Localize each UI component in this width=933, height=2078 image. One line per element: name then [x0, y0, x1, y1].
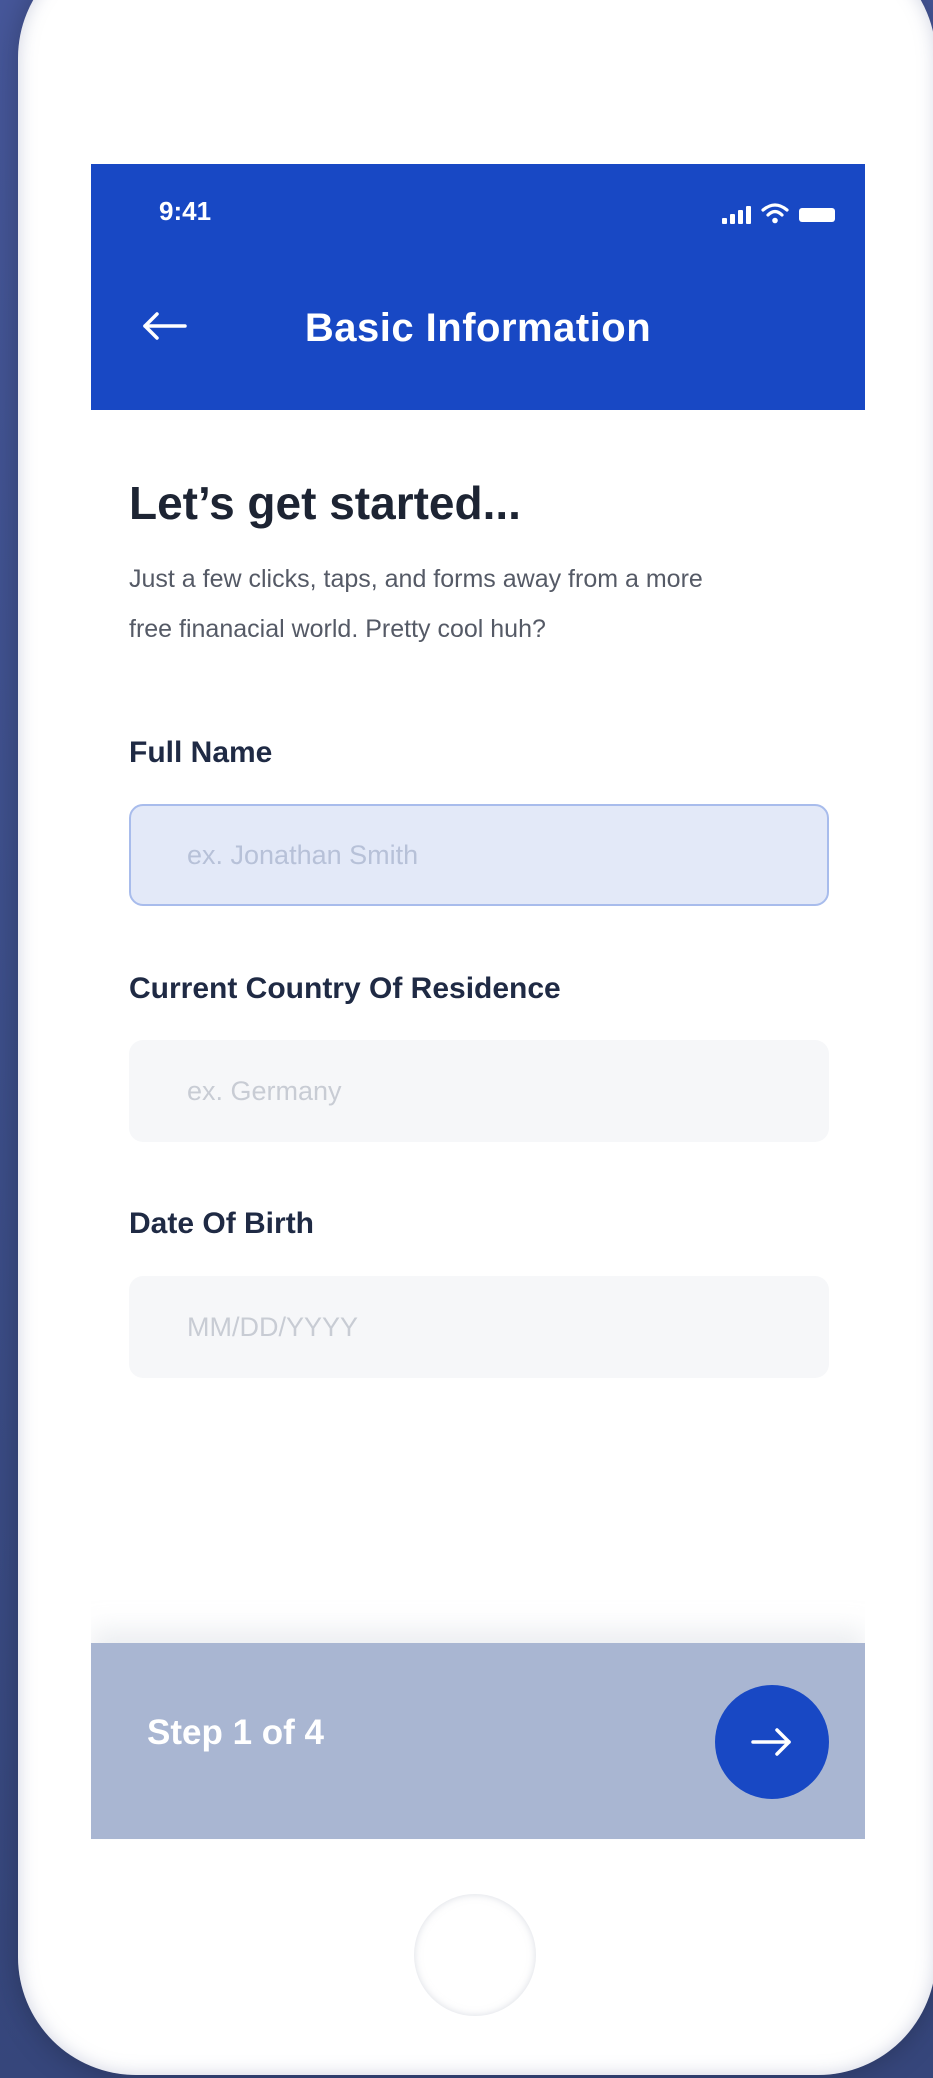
battery-icon [799, 208, 835, 222]
intro-subtext-line-2: free finanacial world. Pretty cool huh? [129, 615, 546, 643]
step-indicator: Step 1 of 4 [147, 1713, 324, 1752]
arrow-right-icon [751, 1728, 791, 1756]
status-time: 9:41 [159, 196, 212, 226]
cellular-signal-icon [722, 206, 751, 224]
wifi-icon [761, 203, 789, 224]
home-button[interactable] [414, 1894, 536, 2016]
next-button[interactable] [715, 1685, 829, 1799]
country-label: Current Country Of Residence [129, 972, 561, 1005]
app-header: 9:41 Basic Information [91, 164, 865, 410]
dob-input[interactable] [129, 1276, 829, 1378]
app-screen: 9:41 Basic Information Let’s get started… [91, 164, 865, 1840]
step-footer: Step 1 of 4 [91, 1643, 865, 1839]
country-input[interactable] [129, 1040, 829, 1142]
intro-subtext-line-1: Just a few clicks, taps, and forms away … [129, 565, 703, 593]
status-icons [722, 202, 835, 224]
page-title: Basic Information [304, 306, 652, 350]
intro-subtext: Just a few clicks, taps, and forms away … [129, 554, 829, 654]
dob-label: Date Of Birth [129, 1207, 315, 1240]
intro-heading: Let’s get started... [129, 477, 521, 529]
full-name-input[interactable] [129, 804, 829, 906]
full-name-label: Full Name [129, 736, 273, 769]
